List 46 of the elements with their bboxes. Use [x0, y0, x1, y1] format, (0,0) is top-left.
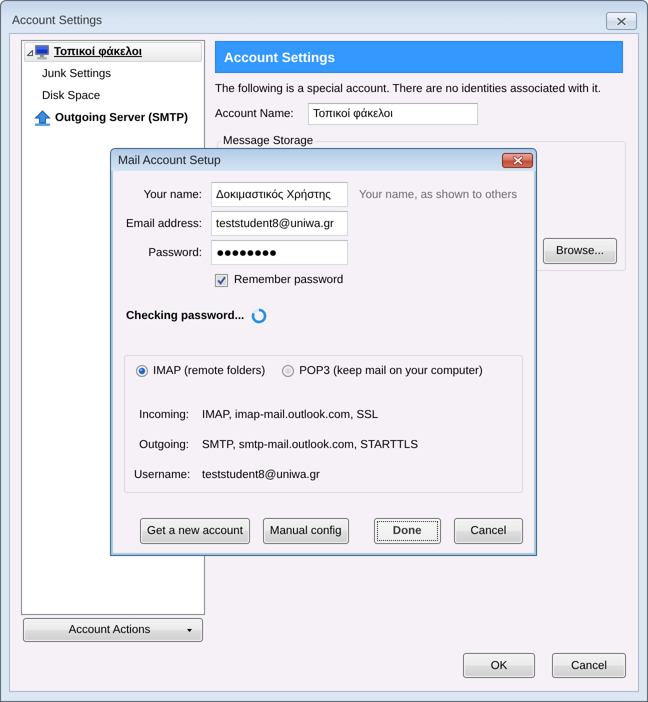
field-label: Email address:: [124, 218, 202, 230]
account-name-field[interactable]: Τοπικοί φάκελοι: [308, 103, 478, 125]
cancel-button[interactable]: Cancel: [454, 518, 523, 544]
radio-button[interactable]: [282, 365, 294, 377]
input-field[interactable]: teststudent8@uniwa.gr: [211, 211, 348, 236]
dialog-title: Mail Account Setup: [118, 153, 221, 167]
ok-button[interactable]: OK: [463, 653, 535, 678]
close-button[interactable]: [606, 12, 637, 30]
hint-text: Your name, as shown to others: [359, 188, 518, 200]
radio-label[interactable]: IMAP (remote folders): [153, 365, 266, 377]
tree-item[interactable]: Junk Settings: [24, 64, 202, 84]
group-legend: Message Storage: [221, 135, 316, 148]
tree-item[interactable]: Disk Space: [24, 86, 202, 106]
close-button[interactable]: [502, 152, 533, 168]
get-new-account-button[interactable]: Get a new account: [140, 518, 250, 544]
setting-label: Username:: [134, 468, 189, 483]
computer-icon: [34, 44, 50, 60]
setting-label: Outgoing:: [138, 438, 189, 453]
field-label: Account Name:: [215, 108, 295, 120]
caret-icon: [187, 628, 192, 632]
radio-button[interactable]: [136, 365, 148, 377]
expanded-triangle-icon[interactable]: [27, 50, 33, 56]
setting-value: SMTP, smtp-mail.outlook.com, STARTTLS: [202, 438, 420, 453]
account-actions-button[interactable]: Account Actions: [23, 618, 203, 642]
checkbox-label[interactable]: Remember password: [234, 274, 344, 286]
tree-item[interactable]: Τοπικοί φάκελοι: [24, 42, 202, 62]
radio-label[interactable]: POP3 (keep mail on your computer): [299, 365, 483, 377]
close-icon: [616, 16, 627, 26]
checkbox[interactable]: [215, 274, 228, 286]
status-text: Checking password...: [126, 310, 244, 322]
done-button[interactable]: Done: [374, 518, 441, 544]
tree-item[interactable]: Outgoing Server (SMTP): [24, 108, 202, 128]
setting-value: IMAP, imap-mail.outlook.com, SSL: [202, 408, 380, 423]
window-title: Account Settings: [12, 13, 102, 28]
cancel-button[interactable]: Cancel: [552, 653, 626, 678]
close-icon: [512, 156, 524, 164]
up-arrow-icon: [34, 110, 51, 126]
input-field[interactable]: Δοκιμαστικός Χρήστης: [211, 182, 348, 207]
manual-config-button[interactable]: Manual config: [262, 518, 349, 544]
field-label: Your name:: [142, 188, 202, 200]
browse-button[interactable]: Browse...: [543, 238, 617, 264]
description-text: The following is a special account. There are no identities associated with it.: [215, 82, 601, 96]
panel-header: Account Settings: [215, 41, 623, 73]
setting-value: teststudent8@uniwa.gr: [202, 468, 321, 483]
field-label: Password:: [147, 246, 202, 258]
setting-label: Incoming:: [138, 408, 189, 423]
